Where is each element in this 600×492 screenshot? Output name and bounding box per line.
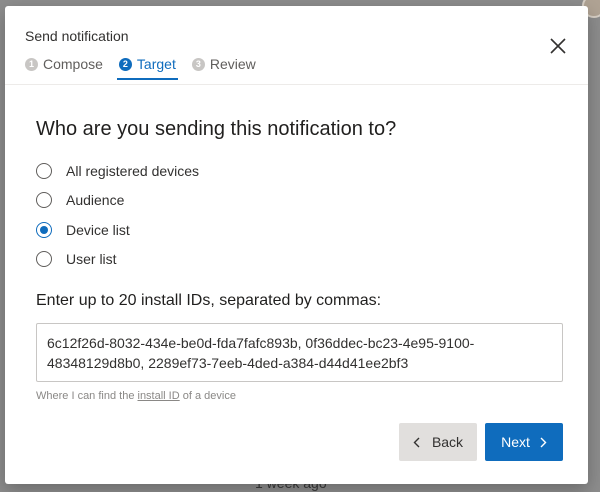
chevron-right-icon [540,437,547,447]
radio-button[interactable] [36,251,52,268]
close-icon [550,38,566,54]
radio-label: User list [66,251,117,268]
radio-button[interactable] [36,221,52,238]
radio-label: All registered devices [66,162,200,179]
step-compose[interactable]: 1 Compose [25,50,103,78]
step-review[interactable]: 3 Review [191,50,256,78]
install-id-help-link[interactable]: install ID [138,390,180,402]
back-button[interactable]: Back [399,423,477,461]
radio-button[interactable] [36,192,52,209]
next-button[interactable]: Next [485,423,563,461]
target-question: Who are you sending this notification to… [36,118,397,140]
radio-user-list[interactable]: User list [36,245,199,275]
step-label: Review [209,56,256,72]
radio-button[interactable] [36,162,52,179]
help-text-prefix: Where I can find the [36,390,138,402]
radio-all-registered-devices[interactable]: All registered devices [36,156,199,186]
help-text-suffix: of a device [179,390,236,402]
install-ids-label: Enter up to 20 install IDs, separated by… [36,292,382,309]
header-divider [5,84,588,85]
dialog-title: Send notification [25,28,129,44]
back-button-label: Back [431,434,464,450]
radio-audience[interactable]: Audience [36,186,199,216]
step-number-badge: 2 [118,57,132,71]
send-notification-dialog: Send notification 1 Compose 2 Target 3 R… [5,6,588,484]
step-number-badge: 1 [25,57,38,71]
step-indicator: 1 Compose 2 Target 3 Review [25,50,256,80]
chevron-left-icon [413,437,420,447]
target-radio-group: All registered devices Audience Device l… [36,156,199,274]
install-ids-textarea[interactable]: 6c12f26d-8032-434e-be0d-fda7fafc893b, 0f… [36,323,563,382]
next-button-label: Next [501,434,530,450]
install-id-help: Where I can find the install ID of a dev… [36,390,236,402]
dialog-header: Send notification 1 Compose 2 Target 3 R… [5,6,588,86]
radio-device-list[interactable]: Device list [36,215,199,245]
step-target[interactable]: 2 Target [116,50,178,80]
step-label: Compose [43,56,103,72]
close-button[interactable] [546,34,570,58]
step-label: Target [136,56,176,72]
radio-label: Audience [66,192,125,209]
radio-label: Device list [66,221,130,238]
step-number-badge: 3 [191,57,205,71]
